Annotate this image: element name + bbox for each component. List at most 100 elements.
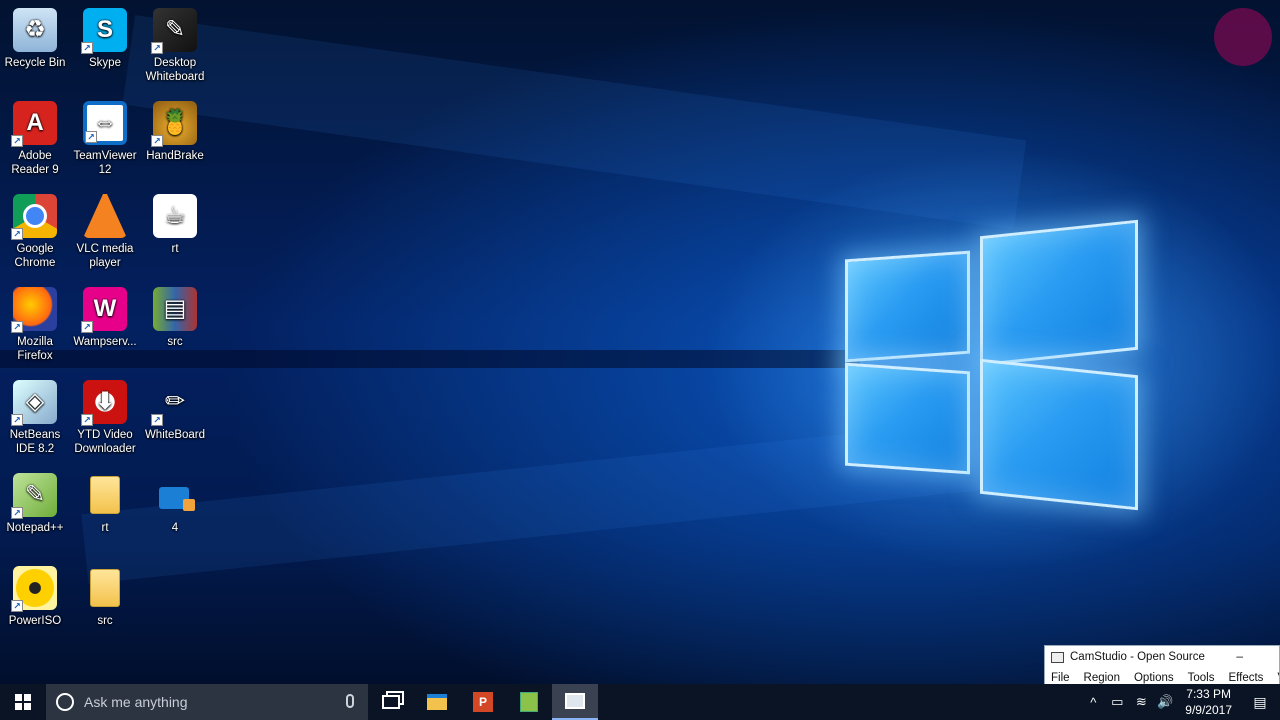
task-view-button[interactable] [368, 684, 414, 720]
notepad-plus-plus-icon: ✎ ↗ [11, 473, 57, 519]
cortana-search-box[interactable]: Ask me anything [46, 684, 368, 720]
desktop-icon-label: YTD Video Downloader [74, 429, 136, 455]
skype-icon: S ↗ [81, 8, 127, 54]
taskbar-file-explorer[interactable] [414, 684, 460, 720]
desktop-icon-ytd[interactable]: ⬇ ↗ YTD Video Downloader [70, 380, 140, 456]
desktop-icon-rt-java[interactable]: ☕ rt [140, 194, 210, 256]
desktop-icon-label: Wampserv... [73, 336, 137, 348]
video-file-icon [153, 473, 197, 517]
desktop-icon-src-folder[interactable]: src [70, 566, 140, 628]
desktop-icon-label: src [167, 336, 183, 348]
folder-icon [83, 473, 127, 517]
powerpoint-icon: P [473, 692, 493, 712]
wifi-icon[interactable]: ≋ [1129, 694, 1153, 710]
desktop-icon-label: src [97, 615, 113, 627]
logo-pane-bottom-left [845, 362, 970, 475]
menu-effects[interactable]: Effects [1228, 672, 1263, 684]
desktop-icon-label: Recycle Bin [4, 57, 66, 69]
logo-pane-top-left [845, 250, 970, 363]
desktop-icon-src-archive[interactable]: ▤ src [140, 287, 210, 349]
desktop-icon-poweriso[interactable]: ↗ PowerISO [0, 566, 70, 628]
clock-date: 9/9/2017 [1185, 703, 1232, 717]
action-center-button[interactable]: ▤ [1240, 684, 1280, 720]
menu-view[interactable]: Vi [1277, 672, 1279, 684]
wallpaper-horizon-band [0, 350, 860, 368]
winrar-archive-icon: ▤ [153, 287, 197, 331]
taskbar-notepad[interactable] [506, 684, 552, 720]
desktop-icon-label: VLC media player [76, 243, 134, 269]
microphone-icon[interactable] [346, 694, 354, 708]
menu-region[interactable]: Region [1084, 672, 1120, 684]
clock[interactable]: 7:33 PM 9/9/2017 [1177, 686, 1240, 718]
desktop-icon-vlc[interactable]: VLC media player [70, 194, 140, 270]
ytd-downloader-icon: ⬇ ↗ [81, 380, 127, 426]
minimize-button[interactable]: – [1236, 649, 1243, 663]
menu-tools[interactable]: Tools [1188, 672, 1215, 684]
desktop-icon-rt-folder[interactable]: rt [70, 473, 140, 535]
desktop-icon-adobe-reader[interactable]: A ↗ Adobe Reader 9 [0, 101, 70, 177]
netbeans-icon: ◈ ↗ [11, 380, 57, 426]
handbrake-icon: 🍍 ↗ [151, 101, 197, 147]
show-hidden-icons-chevron-icon[interactable]: ^ [1081, 695, 1105, 710]
marker-pen-icon: ✏ ↗ [151, 380, 197, 426]
desktop-icon-label: WhiteBoard [144, 429, 206, 441]
camstudio-title: CamStudio - Open Source [1070, 651, 1205, 663]
desktop-icon-4-video[interactable]: 4 [140, 473, 210, 535]
logo-pane-bottom-right [980, 358, 1138, 511]
search-placeholder: Ask me anything [84, 694, 188, 710]
desktop-icon-label: Notepad++ [6, 522, 64, 534]
clock-time: 7:33 PM [1186, 687, 1231, 701]
desktop-icon-whiteboard[interactable]: ✏ ↗ WhiteBoard [140, 380, 210, 442]
desktop-icon-label: Desktop Whiteboard [145, 57, 205, 83]
camstudio-window[interactable]: CamStudio - Open Source – File Region Op… [1044, 645, 1280, 687]
desktop-icon-label: PowerISO [8, 615, 62, 627]
desktop-icon-skype[interactable]: S ↗ Skype [70, 8, 140, 70]
desktop-icon-notepad-plus-plus[interactable]: ✎ ↗ Notepad++ [0, 473, 70, 535]
volume-icon[interactable]: 🔊 [1153, 694, 1177, 710]
camstudio-icon [565, 693, 585, 709]
desktop-icon-desktop-whiteboard[interactable]: ✎ ↗ Desktop Whiteboard [140, 8, 210, 84]
java-file-icon: ☕ [153, 194, 197, 238]
adobe-reader-icon: A ↗ [11, 101, 57, 147]
file-explorer-icon [427, 694, 447, 710]
cortana-circle-icon [56, 693, 74, 711]
desktop-icon-recycle-bin[interactable]: ♻ Recycle Bin [0, 8, 70, 70]
desktop-icon-netbeans[interactable]: ◈ ↗ NetBeans IDE 8.2 [0, 380, 70, 456]
desktop-icon-label: rt [171, 243, 179, 255]
taskbar-camstudio[interactable] [552, 684, 598, 720]
desktop-icon-firefox[interactable]: ↗ Mozilla Firefox [0, 287, 70, 363]
taskbar-powerpoint[interactable]: P [460, 684, 506, 720]
desktop-icon-google-chrome[interactable]: ↗ Google Chrome [0, 194, 70, 270]
desktop-icon-handbrake[interactable]: 🍍 ↗ HandBrake [140, 101, 210, 163]
desktop-icon-label: TeamViewer 12 [73, 150, 137, 176]
desktop-icon-label: Adobe Reader 9 [11, 150, 59, 176]
vlc-cone-icon [83, 194, 127, 238]
start-button[interactable] [0, 684, 46, 720]
menu-options[interactable]: Options [1134, 672, 1174, 684]
desktop-icon-label: NetBeans IDE 8.2 [9, 429, 61, 455]
wallpaper-light-beam [122, 15, 1027, 230]
camstudio-title-bar[interactable]: CamStudio - Open Source – [1045, 646, 1279, 668]
windows-start-icon [15, 694, 31, 710]
desktop-whiteboard-icon: ✎ ↗ [151, 8, 197, 54]
menu-file[interactable]: File [1051, 672, 1070, 684]
desktop-icon-label: rt [101, 522, 109, 534]
camstudio-app-icon [1051, 651, 1064, 663]
poweriso-disc-icon: ↗ [11, 566, 57, 612]
desktop-icon-label: Google Chrome [14, 243, 56, 269]
system-tray: ^ ▭ ≋ 🔊 7:33 PM 9/9/2017 ▤ [1081, 684, 1280, 720]
taskbar: Ask me anything P ^ ▭ ≋ 🔊 7:33 PM 9/9/20… [0, 684, 1280, 720]
teamviewer-icon: ⇔ ↗ [83, 101, 127, 145]
battery-icon[interactable]: ▭ [1105, 694, 1129, 710]
desktop-icon-label: Skype [89, 57, 121, 69]
notification-icon: ▤ [1253, 693, 1267, 710]
notepad-icon [520, 692, 538, 712]
logo-pane-top-right [980, 219, 1138, 367]
folder-icon [83, 566, 127, 610]
recycle-bin-icon: ♻ [13, 8, 57, 52]
desktop-icon-teamviewer[interactable]: ⇔ ↗ TeamViewer 12 [70, 101, 140, 177]
chrome-icon: ↗ [11, 194, 57, 240]
desktop-icon-wampserver[interactable]: W ↗ Wampserv... [70, 287, 140, 349]
wampserver-icon: W ↗ [81, 287, 127, 333]
desktop-icon-label: 4 [171, 522, 179, 534]
